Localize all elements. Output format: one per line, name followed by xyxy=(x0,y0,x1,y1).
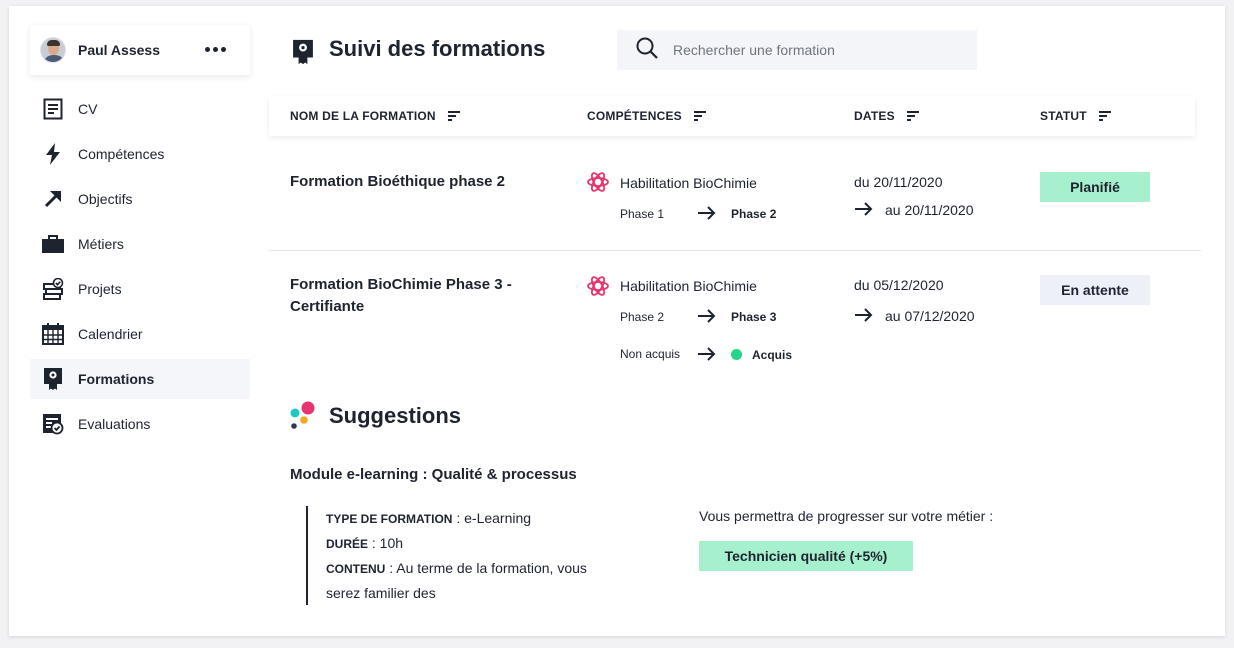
sidebar-item-label: Métiers xyxy=(78,236,124,252)
sidebar-item-projets[interactable]: Projets xyxy=(30,269,250,309)
search-placeholder: Rechercher une formation xyxy=(673,42,835,58)
detail-content-continued: serez familier des xyxy=(326,585,436,601)
certificate-icon xyxy=(42,368,64,390)
training-name-line: Certifiante xyxy=(290,298,365,315)
user-card[interactable]: Paul Assess xyxy=(30,25,250,75)
progress-text: Vous permettra de progresser sur votre m… xyxy=(699,508,994,524)
date-to: au 07/12/2020 xyxy=(885,308,975,324)
detail-value: : e-Learning xyxy=(452,510,532,526)
phase-to: Phase 3 xyxy=(731,310,777,324)
training-name-line: Formation BioChimie Phase 3 - xyxy=(290,276,512,293)
acquired-dot-icon xyxy=(731,349,742,360)
column-header-statut[interactable]: STATUT xyxy=(1040,96,1111,136)
column-header-label: DATES xyxy=(854,109,895,123)
lightning-icon xyxy=(42,143,64,165)
sidebar-item-formations[interactable]: Formations xyxy=(30,359,250,399)
sidebar-item-label: Evaluations xyxy=(78,416,151,432)
arrow-up-right-icon xyxy=(42,188,64,210)
sort-icon[interactable] xyxy=(693,110,706,122)
suggestion-title[interactable]: Module e-learning : Qualité & processus xyxy=(290,466,577,483)
sidebar-item-evaluations[interactable]: Evaluations xyxy=(30,404,250,444)
calendar-icon xyxy=(42,323,64,345)
user-name: Paul Assess xyxy=(78,42,160,58)
sidebar-item-label: Projets xyxy=(78,281,122,297)
more-options-icon[interactable] xyxy=(205,47,226,52)
detail-key: CONTENU xyxy=(326,562,386,576)
detail-key: TYPE DE FORMATION xyxy=(326,512,453,526)
projects-icon xyxy=(42,278,64,300)
status-badge: Planifié xyxy=(1040,172,1150,202)
row-divider xyxy=(269,250,1201,251)
column-header-name[interactable]: NOM DE LA FORMATION xyxy=(290,96,460,136)
phase-to: Phase 2 xyxy=(731,207,777,221)
column-header-label: NOM DE LA FORMATION xyxy=(290,109,436,123)
column-header-dates[interactable]: DATES xyxy=(854,96,919,136)
atom-icon xyxy=(587,275,609,302)
column-header-label: STATUT xyxy=(1040,109,1087,123)
sort-icon[interactable] xyxy=(447,110,460,122)
evaluation-icon xyxy=(42,413,64,435)
arrow-right-icon xyxy=(697,205,717,226)
detail-content: CONTENU : Au terme de la formation, vous xyxy=(326,556,616,581)
sidebar-nav: CV Compétences Objectifs Métiers Projets xyxy=(30,89,250,449)
sort-icon[interactable] xyxy=(1098,110,1111,122)
sidebar-item-label: Calendrier xyxy=(78,326,143,342)
document-icon xyxy=(42,98,64,120)
sidebar-item-label: CV xyxy=(78,101,98,117)
detail-duration: DURÉE : 10h xyxy=(326,531,616,556)
job-badge[interactable]: Technicien qualité (+5%) xyxy=(699,541,913,571)
phase-from: Phase 1 xyxy=(620,207,665,221)
suggestions-icon xyxy=(289,401,317,434)
avatar[interactable] xyxy=(40,37,66,63)
detail-type: TYPE DE FORMATION : e-Learning xyxy=(326,506,616,531)
search-input[interactable]: Rechercher une formation xyxy=(617,30,977,70)
arrow-right-icon xyxy=(697,308,717,329)
sidebar-item-label: Compétences xyxy=(78,146,165,162)
sidebar-item-objectifs[interactable]: Objectifs xyxy=(30,179,250,219)
training-name: Formation Bioéthique phase 2 xyxy=(290,173,506,190)
sidebar-item-calendrier[interactable]: Calendrier xyxy=(30,314,250,354)
column-header-label: COMPÉTENCES xyxy=(587,109,682,123)
detail-value: : Au terme de la formation, vous xyxy=(385,560,587,576)
status-badge: En attente xyxy=(1040,275,1150,305)
section-title: Suggestions xyxy=(329,403,462,428)
table-header: NOM DE LA FORMATION COMPÉTENCES DATES ST… xyxy=(269,96,1195,136)
phase-from: Phase 2 xyxy=(620,310,665,324)
briefcase-icon xyxy=(42,233,64,255)
search-icon xyxy=(635,36,659,65)
sort-icon[interactable] xyxy=(906,110,919,122)
date-from: du 20/11/2020 xyxy=(854,174,943,190)
state-from: Non acquis xyxy=(620,347,681,361)
detail-key: DURÉE xyxy=(326,537,369,551)
sidebar-item-competences[interactable]: Compétences xyxy=(30,134,250,174)
date-to: au 20/11/2020 xyxy=(885,202,974,218)
arrow-right-icon xyxy=(854,201,874,222)
state-to: Acquis xyxy=(752,348,793,362)
competence-name: Habilitation BioChimie xyxy=(620,175,757,191)
main-card: Paul Assess CV Compétences Objectifs Mét… xyxy=(9,6,1225,636)
sidebar-item-label: Objectifs xyxy=(78,191,133,207)
certificate-icon xyxy=(292,38,314,71)
detail-value: : 10h xyxy=(368,535,404,551)
atom-icon xyxy=(587,171,609,198)
sidebar-item-metiers[interactable]: Métiers xyxy=(30,224,250,264)
date-from: du 05/12/2020 xyxy=(854,277,944,293)
sidebar-item-cv[interactable]: CV xyxy=(30,89,250,129)
suggestion-details: TYPE DE FORMATION : e-Learning DURÉE : 1… xyxy=(306,506,616,605)
column-header-competences[interactable]: COMPÉTENCES xyxy=(587,96,706,136)
page-title: Suivi des formations xyxy=(329,36,546,61)
competence-name: Habilitation BioChimie xyxy=(620,278,757,294)
training-name: Formation BioChimie Phase 3 - Certifiant… xyxy=(290,274,512,318)
arrow-right-icon xyxy=(854,307,874,328)
arrow-right-icon xyxy=(697,346,717,367)
sidebar-item-label: Formations xyxy=(78,371,155,387)
